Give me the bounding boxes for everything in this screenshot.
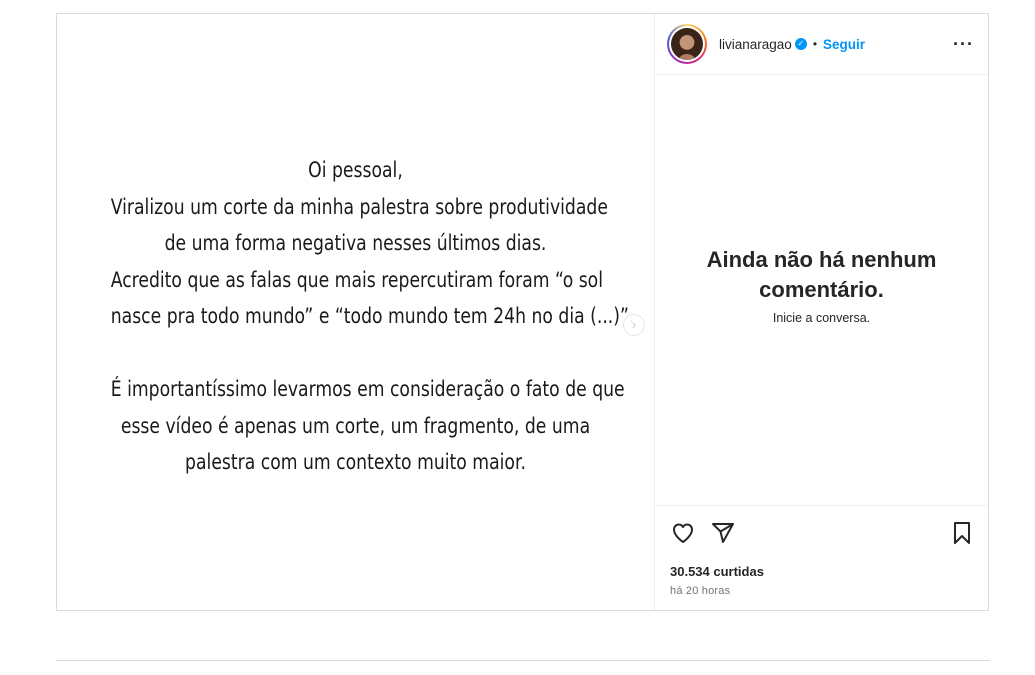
post-media[interactable]: Oi pessoal, Viralizou um corte da minha … — [57, 14, 655, 610]
next-slide-chevron-right-icon[interactable]: › — [623, 314, 645, 336]
post-timestamp[interactable]: há 20 horas — [670, 585, 973, 597]
post-card: Oi pessoal, Viralizou um corte da minha … — [56, 13, 989, 611]
page-divider — [56, 660, 990, 661]
heart-icon[interactable] — [670, 521, 696, 545]
post-header: livianaragao ✓ • Seguir ··· — [655, 14, 988, 75]
media-line: Viralizou um corte da minha palestra sob… — [110, 194, 608, 219]
post-media-text: Oi pessoal, Viralizou um corte da minha … — [110, 152, 635, 481]
bookmark-icon[interactable] — [951, 521, 973, 545]
action-row — [670, 520, 973, 546]
more-options-icon[interactable]: ··· — [953, 34, 974, 55]
verified-badge-icon: ✓ — [794, 38, 807, 50]
media-line: Oi pessoal, — [308, 158, 403, 182]
avatar[interactable] — [667, 24, 707, 64]
empty-comments-subtitle: Inicie a conversa. — [772, 311, 871, 325]
media-line: de uma forma negativa nesses últimos dia… — [164, 231, 547, 256]
media-line-gap — [111, 335, 601, 371]
media-line: Acredito que as falas que mais repercuti… — [110, 267, 603, 292]
username-link[interactable]: livianaragao — [719, 37, 792, 52]
follow-button[interactable]: Seguir — [823, 37, 865, 52]
likes-count[interactable]: 30.534 curtidas — [670, 564, 973, 579]
empty-comments-title: Ainda não há nenhum comentário. — [706, 247, 937, 302]
media-line: nasce pra todo mundo” e “todo mundo tem … — [110, 304, 635, 329]
avatar-image — [671, 28, 703, 60]
send-icon[interactable] — [710, 521, 736, 545]
avatar-border — [669, 26, 705, 62]
media-line: É importantíssimo levarmos em consideraç… — [110, 376, 625, 401]
media-line: palestra com um contexto muito maior. — [185, 450, 526, 475]
post-sidebar: livianaragao ✓ • Seguir ··· Ainda não há… — [655, 14, 988, 610]
separator-dot: • — [812, 37, 818, 51]
comments-section: Ainda não há nenhum comentário. Inicie a… — [655, 75, 988, 506]
media-line: esse vídeo é apenas um corte, um fragmen… — [120, 413, 591, 438]
post-actions: 30.534 curtidas há 20 horas — [655, 506, 988, 610]
